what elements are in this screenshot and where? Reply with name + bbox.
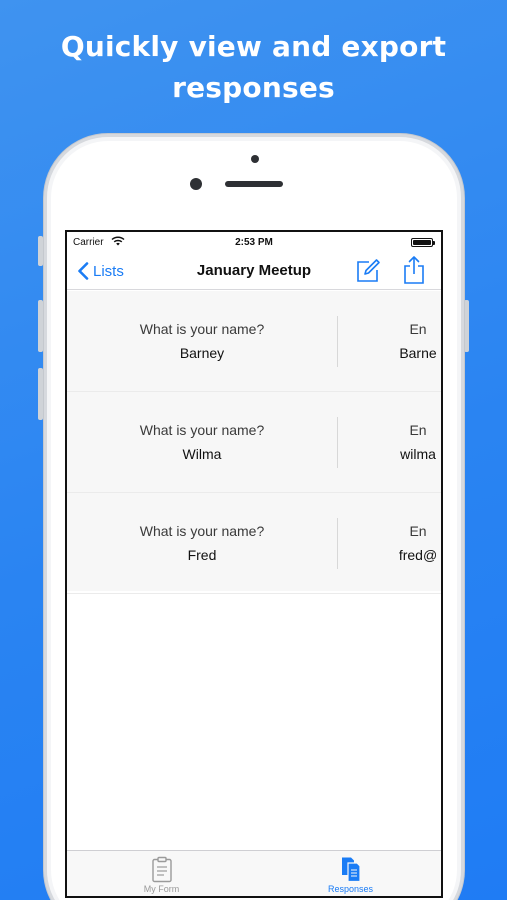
- phone-volume-up-button: [38, 300, 43, 352]
- compose-icon[interactable]: [355, 258, 381, 284]
- response-row[interactable]: What is your name? Fred En fred@: [67, 493, 441, 594]
- question-label: En: [409, 422, 427, 438]
- tab-my-form[interactable]: My Form: [67, 851, 256, 896]
- battery-icon: [411, 238, 435, 247]
- tab-label: Responses: [327, 884, 374, 894]
- response-cell-email: En Barne: [338, 291, 441, 391]
- question-label: What is your name?: [139, 422, 265, 438]
- question-label: En: [409, 523, 427, 539]
- status-time: 2:53 PM: [235, 237, 273, 248]
- answer-value: Barne: [399, 345, 437, 361]
- answer-value: Wilma: [182, 446, 222, 462]
- clipboard-icon: [151, 856, 172, 883]
- page-title: January Meetup: [196, 262, 312, 279]
- phone-volume-down-button: [38, 368, 43, 420]
- response-cell-email: En fred@: [338, 493, 441, 593]
- answer-value: Barney: [179, 345, 225, 361]
- battery-level-fill: [413, 240, 431, 245]
- phone-speaker: [225, 181, 283, 187]
- question-label: En: [409, 321, 427, 337]
- question-label: What is your name?: [139, 523, 265, 539]
- documents-icon: [341, 857, 361, 883]
- headline-line-1: Quickly view and export: [60, 30, 447, 63]
- answer-value: fred@: [398, 547, 438, 563]
- response-row[interactable]: What is your name? Barney En Barne: [67, 291, 441, 392]
- status-bar: Carrier 2:53 PM: [67, 232, 441, 252]
- phone-sensor: [251, 155, 259, 163]
- question-label: What is your name?: [139, 321, 265, 337]
- phone-screen: Carrier 2:53 PM Lists January Meetup Wha…: [65, 230, 443, 898]
- phone-power-button: [464, 300, 469, 352]
- response-cell-email: En wilma: [338, 392, 441, 492]
- responses-list[interactable]: What is your name? Barney En Barne What …: [67, 291, 441, 594]
- headline-line-2: responses: [172, 71, 335, 104]
- headline: Quickly view and export responses: [0, 26, 507, 108]
- answer-value: Fred: [187, 547, 217, 563]
- response-cell-name: What is your name? Fred: [67, 493, 337, 593]
- phone-camera: [190, 178, 202, 190]
- answer-value: wilma: [400, 446, 436, 462]
- response-cell-name: What is your name? Wilma: [67, 392, 337, 492]
- navigation-bar: Lists January Meetup: [67, 252, 441, 290]
- share-icon[interactable]: [401, 255, 427, 285]
- response-cell-name: What is your name? Barney: [67, 291, 337, 391]
- phone-mute-switch: [38, 236, 43, 266]
- tab-bar: My Form Responses: [67, 850, 441, 896]
- tab-responses[interactable]: Responses: [256, 851, 441, 896]
- tab-label: My Form: [143, 884, 180, 894]
- response-row[interactable]: What is your name? Wilma En wilma: [67, 392, 441, 493]
